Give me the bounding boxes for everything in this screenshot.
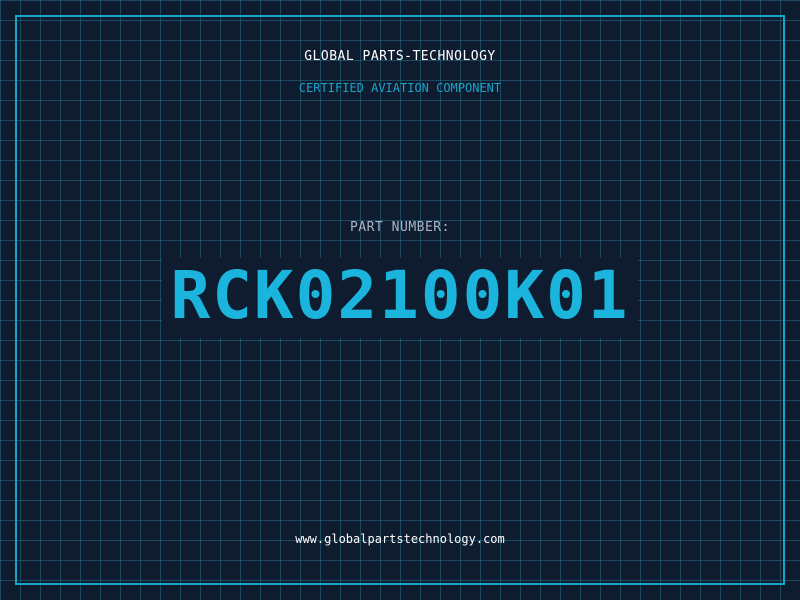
certification-tagline: CERTIFIED AVIATION COMPONENT xyxy=(298,81,502,95)
part-number-label: PART NUMBER: xyxy=(350,220,450,235)
website-url: www.globalpartstechnology.com xyxy=(295,532,505,546)
part-number-block: RCK02100K01 xyxy=(0,258,800,338)
company-name: GLOBAL PARTS-TECHNOLOGY xyxy=(304,49,496,64)
part-number-value: RCK02100K01 xyxy=(162,258,638,338)
